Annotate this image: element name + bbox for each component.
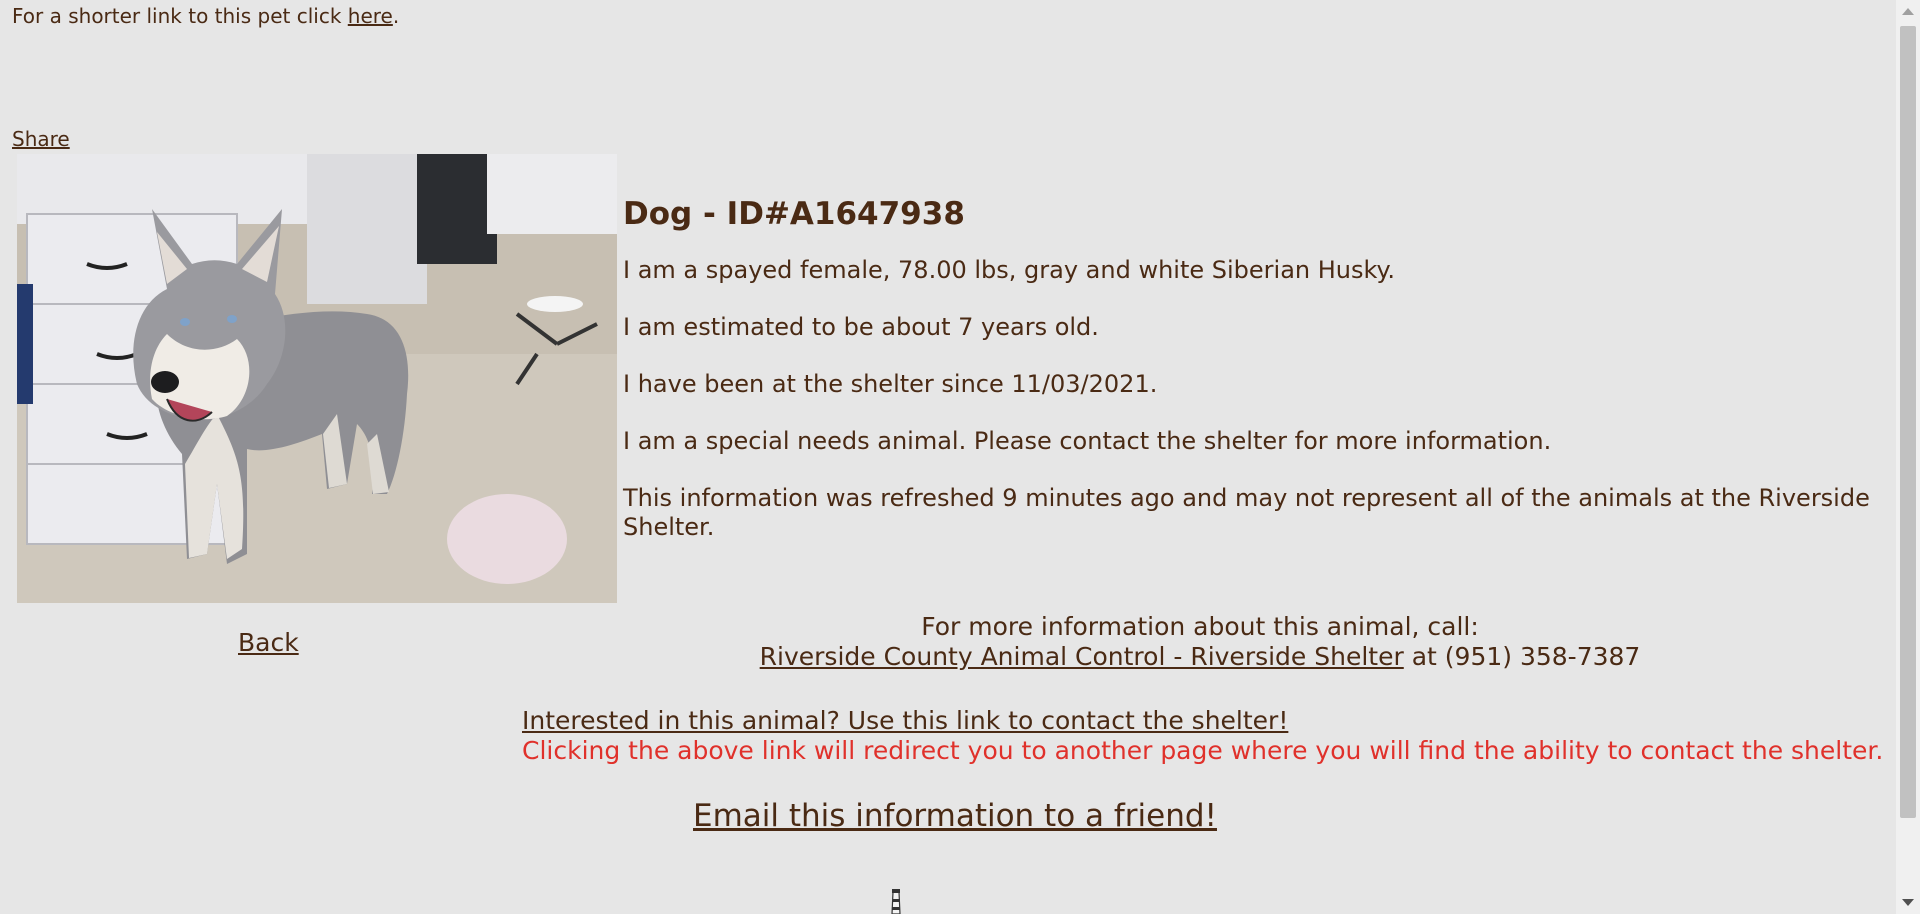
contact-line: Riverside County Animal Control - Rivers… [520,642,1880,672]
pet-special-needs: I am a special needs animal. Please cont… [623,427,1552,455]
scrollbar-thumb[interactable] [1900,26,1916,818]
contact-intro: For more information about this animal, … [921,612,1479,641]
pet-detail-page: For a shorter link to this pet click her… [0,0,1920,914]
short-link-prefix: For a shorter link to this pet click [12,4,348,28]
lighthouse-icon [891,889,901,914]
pet-description: I am a spayed female, 78.00 lbs, gray an… [623,256,1395,284]
contact-shelter-link[interactable]: Interested in this animal? Use this link… [522,706,1288,735]
pet-shelter-since: I have been at the shelter since 11/03/2… [623,370,1158,398]
short-link-here[interactable]: here [348,4,393,28]
shelter-link[interactable]: Riverside County Animal Control - Rivers… [760,642,1404,671]
email-friend-link[interactable]: Email this information to a friend! [693,798,1217,834]
scroll-up-arrow-icon[interactable] [1902,8,1914,15]
husky-photo-image [17,154,617,603]
vertical-scrollbar[interactable] [1896,0,1920,914]
pet-info: Dog - ID#A1647938 I am a spayed female, … [623,196,1883,570]
scroll-down-arrow-icon[interactable] [1902,899,1914,906]
interest-section: Interested in this animal? Use this link… [522,706,1883,766]
shelter-phone: at (951) 358-7387 [1403,642,1641,671]
contact-info: For more information about this animal, … [520,612,1880,672]
pet-title: Dog - ID#A1647938 [623,196,965,232]
pet-photo [17,154,617,603]
back-link[interactable]: Back [238,628,299,657]
short-link-line: For a shorter link to this pet click her… [12,4,399,28]
short-link-suffix: . [392,4,400,28]
refresh-note: This information was refreshed 9 minutes… [623,484,1870,541]
share-link[interactable]: Share [12,127,70,151]
pet-age: I am estimated to be about 7 years old. [623,313,1099,341]
redirect-warning: Clicking the above link will redirect yo… [522,736,1884,765]
